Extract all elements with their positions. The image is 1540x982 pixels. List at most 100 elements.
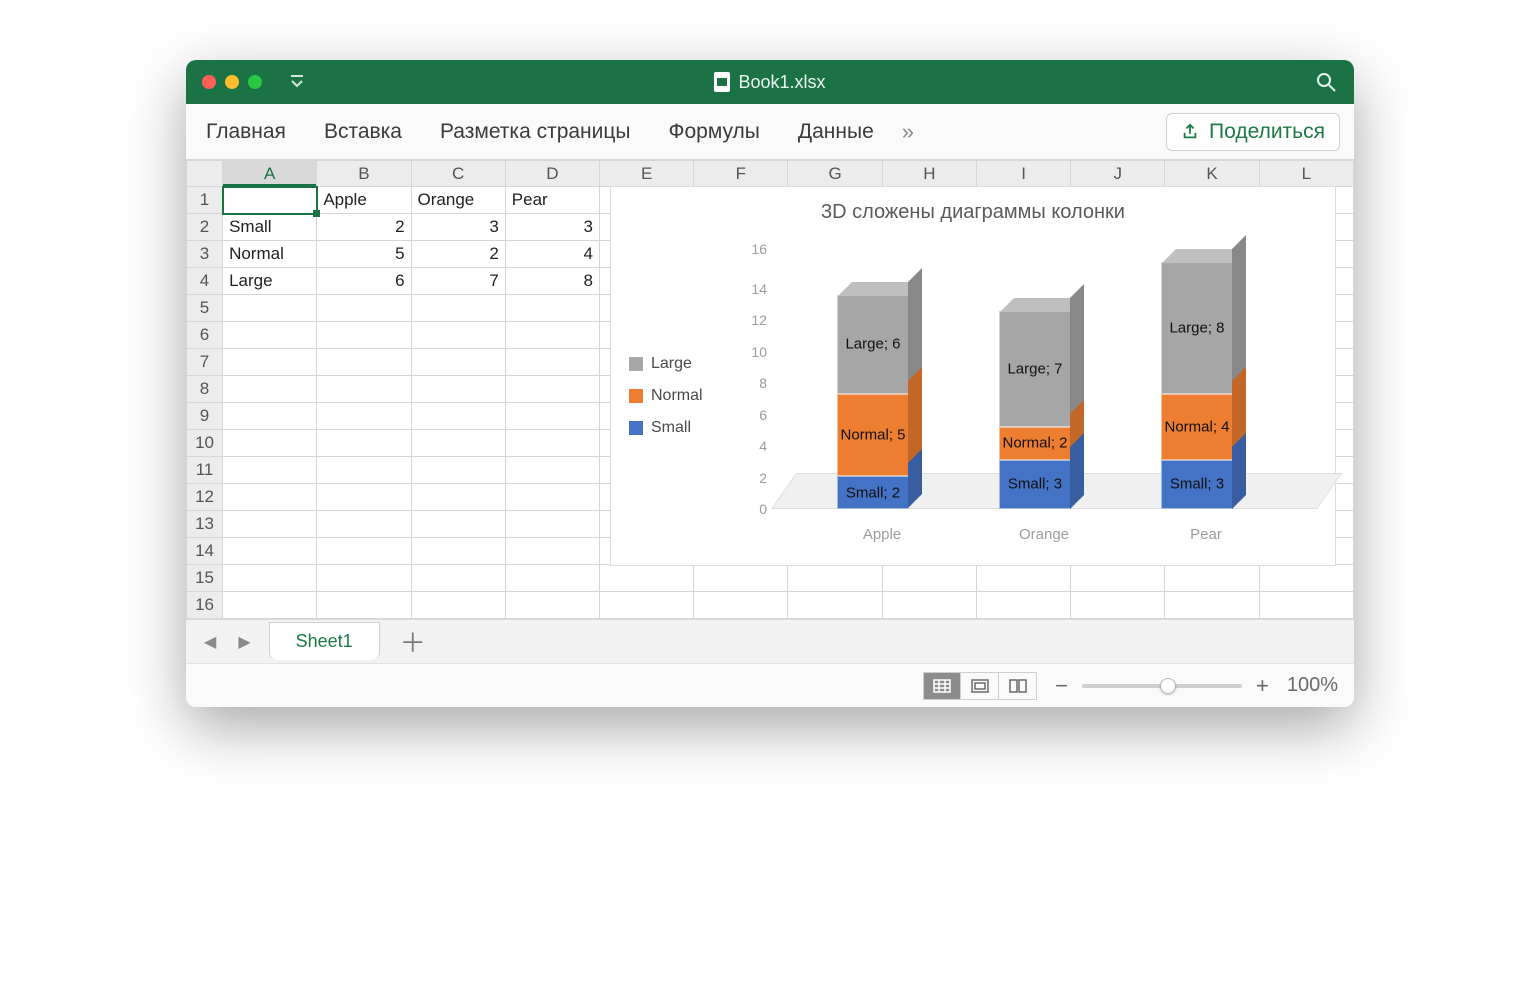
- cell[interactable]: [505, 457, 599, 484]
- column-header[interactable]: J: [1071, 161, 1165, 187]
- cell[interactable]: [505, 295, 599, 322]
- cell[interactable]: [600, 565, 694, 592]
- row-header[interactable]: 7: [187, 349, 223, 376]
- column-header[interactable]: B: [317, 161, 411, 187]
- tab-formulas[interactable]: Формулы: [663, 114, 766, 150]
- column-header[interactable]: D: [505, 161, 599, 187]
- cell[interactable]: [223, 403, 317, 430]
- cell[interactable]: [882, 592, 976, 619]
- row-header[interactable]: 12: [187, 484, 223, 511]
- search-icon[interactable]: [1316, 72, 1336, 92]
- row-header[interactable]: 16: [187, 592, 223, 619]
- quick-access-toolbar-customize[interactable]: [290, 74, 304, 91]
- cell[interactable]: [317, 511, 411, 538]
- column-header[interactable]: E: [600, 161, 694, 187]
- cell[interactable]: Apple: [317, 187, 411, 214]
- cell[interactable]: [505, 349, 599, 376]
- column-header[interactable]: F: [694, 161, 788, 187]
- cell[interactable]: [411, 322, 505, 349]
- column-header[interactable]: G: [788, 161, 882, 187]
- row-header[interactable]: 3: [187, 241, 223, 268]
- cell[interactable]: [411, 295, 505, 322]
- tab-data[interactable]: Данные: [792, 114, 880, 150]
- row-header[interactable]: 14: [187, 538, 223, 565]
- ribbon-more-tabs[interactable]: »: [902, 119, 914, 145]
- cell[interactable]: [411, 376, 505, 403]
- row-header[interactable]: 10: [187, 430, 223, 457]
- cell[interactable]: [1071, 592, 1165, 619]
- share-button[interactable]: Поделиться: [1166, 113, 1340, 151]
- cell[interactable]: 5: [317, 241, 411, 268]
- cell[interactable]: [317, 592, 411, 619]
- cell[interactable]: [223, 457, 317, 484]
- view-page-layout-button[interactable]: [961, 672, 999, 700]
- tab-insert[interactable]: Вставка: [318, 114, 408, 150]
- cell[interactable]: [223, 349, 317, 376]
- cell[interactable]: 6: [317, 268, 411, 295]
- zoom-level-label[interactable]: 100%: [1287, 674, 1338, 697]
- cell[interactable]: [505, 511, 599, 538]
- zoom-out-button[interactable]: −: [1055, 673, 1068, 699]
- cell[interactable]: 4: [505, 241, 599, 268]
- cell[interactable]: [223, 565, 317, 592]
- select-all-corner[interactable]: [187, 161, 223, 187]
- zoom-slider-track[interactable]: [1082, 684, 1242, 688]
- cell[interactable]: [223, 295, 317, 322]
- cell[interactable]: Pear: [505, 187, 599, 214]
- row-header[interactable]: 1: [187, 187, 223, 214]
- cell[interactable]: [317, 295, 411, 322]
- cell[interactable]: [788, 565, 882, 592]
- embedded-chart[interactable]: 3D сложены диаграммы колонки Large Norma…: [610, 186, 1336, 566]
- sheet-nav-prev[interactable]: ◀: [200, 628, 220, 656]
- cell[interactable]: [1259, 565, 1353, 592]
- cell[interactable]: [411, 403, 505, 430]
- column-header[interactable]: I: [976, 161, 1070, 187]
- cell[interactable]: Small: [223, 214, 317, 241]
- cell[interactable]: [317, 457, 411, 484]
- cell[interactable]: [505, 565, 599, 592]
- sheet-nav-next[interactable]: ▶: [234, 628, 254, 656]
- cell[interactable]: [317, 565, 411, 592]
- row-header[interactable]: 2: [187, 214, 223, 241]
- column-header[interactable]: C: [411, 161, 505, 187]
- cell[interactable]: [411, 457, 505, 484]
- sheet-tab-active[interactable]: Sheet1: [269, 622, 380, 660]
- zoom-in-button[interactable]: +: [1256, 673, 1269, 699]
- cell[interactable]: [317, 349, 411, 376]
- row-header[interactable]: 11: [187, 457, 223, 484]
- cell[interactable]: [411, 349, 505, 376]
- cell[interactable]: [505, 322, 599, 349]
- zoom-slider-thumb[interactable]: [1160, 678, 1176, 694]
- cell[interactable]: [317, 538, 411, 565]
- cell[interactable]: [505, 484, 599, 511]
- column-header[interactable]: K: [1165, 161, 1259, 187]
- cell[interactable]: 8: [505, 268, 599, 295]
- cell[interactable]: [411, 430, 505, 457]
- cell[interactable]: [411, 565, 505, 592]
- cell[interactable]: [411, 484, 505, 511]
- cell[interactable]: [223, 484, 317, 511]
- close-window-button[interactable]: [202, 75, 216, 89]
- cell[interactable]: [223, 430, 317, 457]
- cell[interactable]: [976, 592, 1070, 619]
- column-header[interactable]: L: [1259, 161, 1353, 187]
- tab-page-layout[interactable]: Разметка страницы: [434, 114, 637, 150]
- cell[interactable]: [223, 511, 317, 538]
- cell[interactable]: 7: [411, 268, 505, 295]
- column-header[interactable]: H: [882, 161, 976, 187]
- cell[interactable]: [976, 565, 1070, 592]
- cell[interactable]: [223, 538, 317, 565]
- cell[interactable]: [788, 592, 882, 619]
- row-header[interactable]: 13: [187, 511, 223, 538]
- cell[interactable]: [411, 511, 505, 538]
- cell[interactable]: [317, 322, 411, 349]
- cell[interactable]: 2: [317, 214, 411, 241]
- cell[interactable]: [1165, 565, 1259, 592]
- cell[interactable]: [411, 538, 505, 565]
- cell[interactable]: 2: [411, 241, 505, 268]
- cell[interactable]: [223, 322, 317, 349]
- row-header[interactable]: 9: [187, 403, 223, 430]
- row-header[interactable]: 15: [187, 565, 223, 592]
- column-header[interactable]: A: [223, 161, 317, 187]
- cell[interactable]: [600, 592, 694, 619]
